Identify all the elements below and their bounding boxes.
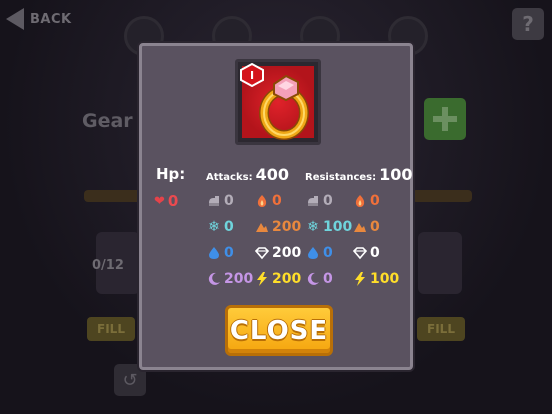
attacks-label: Attacks: [206, 172, 253, 183]
attack-physical-value: 0 [224, 193, 234, 209]
resistance-lightning-value: 100 [370, 271, 400, 287]
attack-water-value: 0 [224, 245, 234, 261]
hp-value: ❤ 0 [154, 192, 178, 210]
attack-ice-value: 0 [224, 219, 234, 235]
attack-dark: 200 [206, 271, 253, 287]
lightning-icon [352, 271, 368, 287]
attack-fire-value: 0 [272, 193, 282, 209]
attack-lightning-value: 200 [272, 271, 302, 287]
resistance-light: 0 [352, 245, 380, 261]
resistance-dark-value: 0 [323, 271, 333, 287]
attack-lightning: 200 [254, 271, 301, 287]
resistance-water-value: 0 [323, 245, 333, 261]
resistance-dark: 0 [305, 271, 333, 287]
fire-icon [352, 193, 368, 209]
tier-label: I [249, 68, 255, 82]
progress-bar-left [84, 190, 144, 202]
snowflake-icon: ❄ [307, 219, 319, 235]
resistances-header: Resistances: 100 [305, 165, 413, 184]
diamond-icon [352, 245, 368, 261]
fire-icon [254, 193, 270, 209]
attack-physical: 0 [206, 193, 234, 209]
resistance-fire-value: 0 [370, 193, 380, 209]
moon-icon [305, 271, 321, 287]
attack-dark-value: 200 [224, 271, 254, 287]
resistance-ice-value: 100 [323, 219, 353, 235]
snowflake-icon: ❄ [208, 219, 220, 235]
attacks-total: 400 [255, 165, 289, 184]
resistance-light-value: 0 [370, 245, 380, 261]
item-details-modal: I Hp: ❤ 0 Attacks: 400 Resistances: 100 … [139, 43, 413, 370]
fill-button-left[interactable]: FILL [87, 317, 135, 341]
attacks-header: Attacks: 400 [206, 165, 289, 184]
attack-water: 0 [206, 245, 234, 261]
diamond-icon [254, 245, 270, 261]
close-button-label: CLOSE [229, 315, 329, 346]
resistance-earth-value: 0 [370, 219, 380, 235]
back-arrow-icon [6, 8, 24, 30]
resistance-physical: 0 [305, 193, 333, 209]
hp-value-text: 0 [167, 192, 179, 210]
item-art: I [240, 63, 314, 140]
fist-icon [206, 193, 222, 209]
attack-light: 200 [254, 245, 301, 261]
progress-bar-right [412, 190, 472, 202]
resistance-lightning: 100 [352, 271, 399, 287]
resistance-water: 0 [305, 245, 333, 261]
resistances-total: 100 [379, 165, 413, 184]
resistances-label: Resistances: [305, 172, 377, 183]
hp-label: Hp: [156, 165, 186, 183]
resistance-ice: ❄ 100 [305, 219, 352, 235]
attack-earth: 200 [254, 219, 301, 235]
resistance-earth: 0 [352, 219, 380, 235]
item-frame: I [235, 59, 321, 145]
attack-light-value: 200 [272, 245, 302, 261]
tier-badge: I [240, 63, 264, 87]
back-button[interactable]: BACK [6, 8, 72, 30]
attack-fire: 0 [254, 193, 282, 209]
add-button[interactable] [424, 98, 466, 140]
water-drop-icon [305, 245, 321, 261]
attack-ice: ❄ 0 [206, 219, 234, 235]
lightning-icon [254, 271, 270, 287]
earth-icon [352, 219, 368, 235]
slot-count-label: 0/12 [92, 258, 124, 273]
fist-icon [305, 193, 321, 209]
help-button[interactable]: ? [512, 8, 544, 40]
back-label: BACK [30, 11, 72, 27]
attack-earth-value: 200 [272, 219, 302, 235]
resistance-fire: 0 [352, 193, 380, 209]
earth-icon [254, 219, 270, 235]
fill-button-right[interactable]: FILL [417, 317, 465, 341]
item-slot-right[interactable] [418, 232, 462, 294]
water-drop-icon [206, 245, 222, 261]
heart-icon: ❤ [154, 193, 165, 209]
resistance-physical-value: 0 [323, 193, 333, 209]
close-button[interactable]: CLOSE [225, 305, 333, 356]
moon-icon [206, 271, 222, 287]
